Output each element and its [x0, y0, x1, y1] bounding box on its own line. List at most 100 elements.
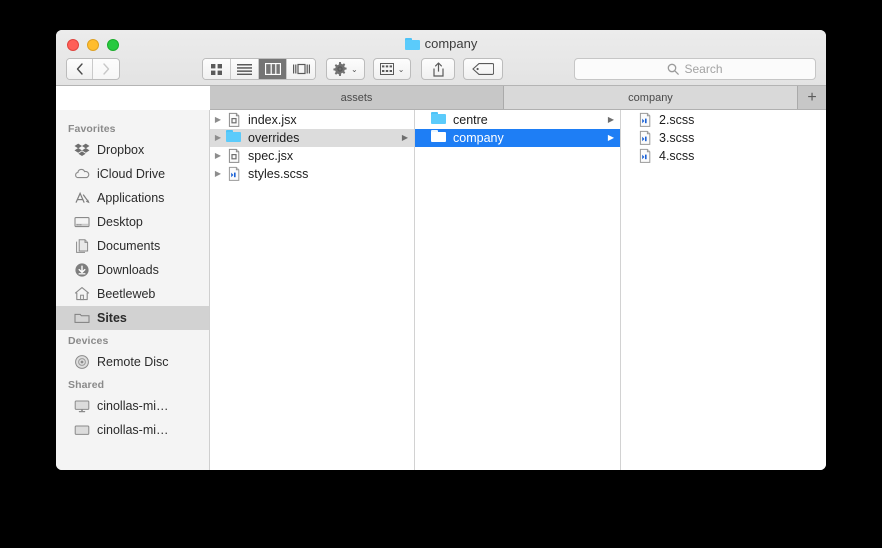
item-name: index.jsx [248, 113, 297, 127]
arrange-menu-button[interactable]: ⌄ [372, 58, 412, 80]
scss-file-icon [226, 166, 242, 182]
chevron-down-icon: ⌄ [351, 64, 358, 74]
item-name: centre [453, 113, 488, 127]
sidebar-item-documents[interactable]: Documents [56, 234, 209, 258]
chevron-right-icon: ▶ [607, 133, 614, 142]
list-item[interactable]: ▶ company ▶ [415, 129, 620, 147]
documents-icon [74, 238, 90, 254]
list-item[interactable]: ▶ styles.scss [210, 165, 414, 183]
item-name: 4.scss [659, 149, 695, 163]
sidebar-item-icloud-drive[interactable]: iCloud Drive [56, 162, 209, 186]
plus-icon: + [807, 88, 817, 106]
window-title: company [56, 36, 826, 51]
disclosure-triangle-icon[interactable]: ▶ [210, 116, 226, 124]
display-icon [74, 422, 90, 438]
sidebar-item-downloads[interactable]: Downloads [56, 258, 209, 282]
sidebar-item-label: Dropbox [97, 143, 145, 157]
gallery-view-button[interactable] [287, 59, 315, 79]
column-1[interactable]: ▶ index.jsx ▶ overrides ▶ ▶ spec.jsx ▶ s… [210, 110, 415, 470]
tab-label: company [628, 91, 673, 104]
cloud-icon [74, 166, 90, 182]
forward-button[interactable] [93, 59, 119, 79]
sidebar-item-sites[interactable]: Sites [56, 306, 209, 330]
column-view-button[interactable] [259, 59, 287, 79]
sidebar-item-label: Applications [97, 191, 165, 205]
list-view-button[interactable] [231, 59, 259, 79]
column-view-icon [264, 63, 281, 75]
folder-icon [431, 112, 447, 128]
tab-assets[interactable]: assets [210, 86, 504, 109]
sidebar-item-dropbox[interactable]: Dropbox [56, 138, 209, 162]
list-item[interactable]: ▶ 3.scss [621, 129, 826, 147]
chevron-right-icon: ▶ [401, 133, 408, 142]
action-menu-button[interactable]: ⌄ [326, 58, 365, 80]
item-name: styles.scss [248, 167, 309, 181]
sidebar-item-label: Documents [97, 239, 161, 253]
disc-icon [74, 354, 90, 370]
item-name: spec.jsx [248, 149, 294, 163]
list-view-icon [237, 64, 252, 75]
list-item[interactable]: ▶ spec.jsx [210, 147, 414, 165]
folder-icon [226, 130, 242, 146]
scss-file-icon [637, 130, 653, 146]
list-item[interactable]: ▶ 4.scss [621, 147, 826, 165]
item-name: 3.scss [659, 131, 695, 145]
window-body: Favorites Dropbox iCloud Drive Applicati… [56, 110, 826, 470]
tag-icon [472, 63, 495, 75]
sidebar-item-desktop[interactable]: Desktop [56, 210, 209, 234]
list-item[interactable]: ▶ centre ▶ [415, 111, 620, 129]
folder-icon [404, 37, 420, 50]
disclosure-triangle-icon[interactable]: ▶ [210, 134, 226, 142]
list-item[interactable]: ▶ index.jsx [210, 111, 414, 129]
sidebar-item-shared-2[interactable]: cinollas-mi… [56, 418, 209, 442]
downloads-icon [74, 262, 90, 278]
finder-window: company ⌄ ⌄ Search assets company + Favo… [56, 30, 826, 470]
new-tab-button[interactable]: + [798, 86, 826, 109]
column-3[interactable]: ▶ 2.scss ▶ [621, 110, 826, 470]
window-title-label: company [424, 36, 478, 51]
disclosure-triangle-icon[interactable]: ▶ [210, 152, 226, 160]
tab-label: assets [340, 91, 373, 104]
back-button[interactable] [67, 59, 93, 79]
item-name: overrides [248, 131, 300, 145]
chevron-right-icon: ▶ [607, 115, 614, 124]
sidebar-item-applications[interactable]: Applications [56, 186, 209, 210]
tag-button[interactable] [463, 58, 504, 80]
share-button[interactable] [421, 58, 456, 80]
sidebar-item-label: cinollas-mi… [97, 423, 169, 437]
home-icon [74, 286, 90, 302]
tab-bar: assets company + [210, 86, 826, 110]
sidebar-section-header: Favorites [68, 123, 116, 135]
tab-company[interactable]: company [504, 86, 798, 109]
icon-view-button[interactable] [203, 59, 231, 79]
navigation-buttons [66, 58, 120, 80]
sidebar-item-beetleweb[interactable]: Beetleweb [56, 282, 209, 306]
share-icon [433, 61, 444, 77]
desktop-icon [74, 214, 90, 230]
folder-icon [431, 130, 447, 146]
search-placeholder: Search [684, 62, 723, 76]
chevron-down-icon: ⌄ [397, 64, 405, 74]
sidebar-item-label: Sites [97, 311, 127, 325]
list-item[interactable]: ▶ overrides ▶ [210, 129, 414, 147]
item-name: 2.scss [659, 113, 695, 127]
sidebar: Favorites Dropbox iCloud Drive Applicati… [56, 110, 210, 470]
folder-icon [74, 310, 90, 326]
disclosure-triangle-icon[interactable]: ▶ [210, 170, 226, 178]
sidebar-section-header: Shared [68, 379, 105, 391]
column-browser: ▶ index.jsx ▶ overrides ▶ ▶ spec.jsx ▶ s… [210, 110, 826, 470]
sidebar-item-shared-1[interactable]: cinollas-mi… [56, 394, 209, 418]
dropbox-icon [74, 142, 90, 158]
toolbar-controls: ⌄ ⌄ Search [56, 54, 826, 84]
search-input[interactable]: Search [574, 58, 816, 80]
sidebar-item-label: Downloads [97, 263, 159, 277]
sidebar-item-remote-disc[interactable]: Remote Disc [56, 350, 209, 374]
column-2[interactable]: ▶ centre ▶ ▶ company ▶ [415, 110, 621, 470]
scss-file-icon [637, 112, 653, 128]
sidebar-item-label: cinollas-mi… [97, 399, 169, 413]
window-toolbar: company ⌄ ⌄ Search [56, 30, 826, 86]
scss-file-icon [637, 148, 653, 164]
list-item[interactable]: ▶ 2.scss [621, 111, 826, 129]
view-mode-buttons [202, 58, 316, 80]
chevron-left-icon [76, 63, 83, 75]
